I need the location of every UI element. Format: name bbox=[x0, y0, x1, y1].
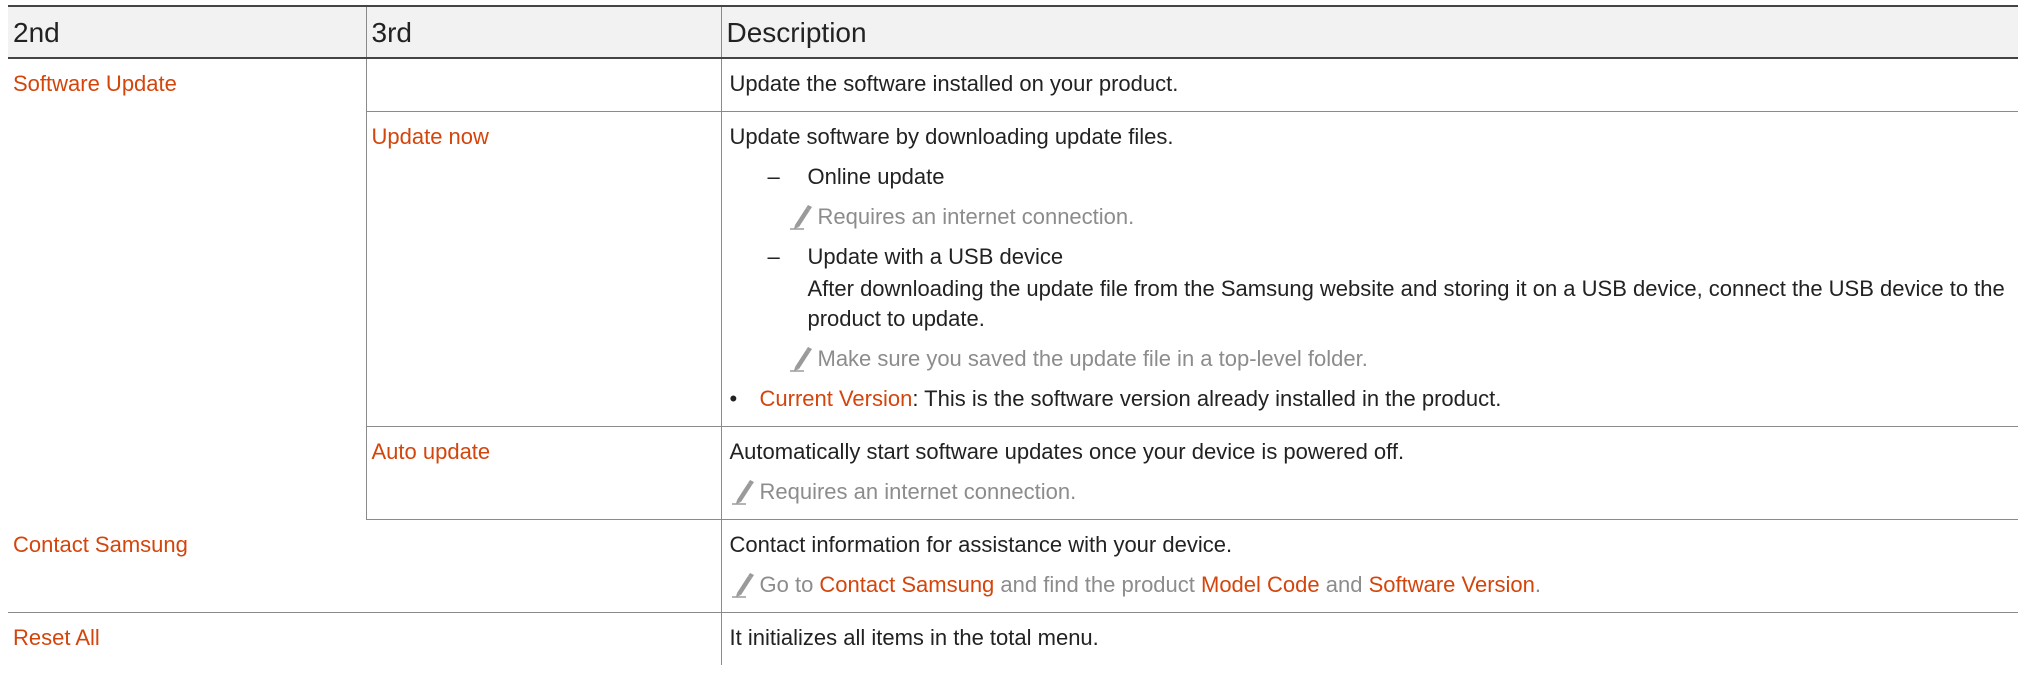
menu-item-update-now[interactable]: Update now bbox=[367, 112, 721, 152]
usb-update-title: Update with a USB device bbox=[807, 244, 1064, 269]
model-code-link[interactable]: Model Code bbox=[1201, 572, 1320, 597]
table-row: Contact Samsung Contact information for … bbox=[8, 519, 2018, 613]
update-now-cell: Update now bbox=[365, 111, 721, 427]
table-header-row: 2nd 3rd Description bbox=[8, 6, 2018, 58]
online-update-note-text: Requires an internet connection. bbox=[817, 204, 1135, 229]
reset-all-cell: Reset All bbox=[8, 613, 721, 666]
pencil-icon bbox=[789, 347, 812, 372]
update-now-description: Update software by downloading update fi… bbox=[729, 124, 1174, 149]
menu-table: 2nd 3rd Description Software Update Upda… bbox=[8, 5, 2018, 665]
description-cell: It initializes all items in the total me… bbox=[720, 612, 2018, 665]
description-cell: Contact information for assistance with … bbox=[720, 519, 2018, 613]
auto-update-note-text: Requires an internet connection. bbox=[759, 479, 1077, 504]
usb-update-text: After downloading the update file from t… bbox=[807, 276, 2005, 331]
contact-samsung-link[interactable]: Contact Samsung bbox=[819, 572, 994, 597]
usb-update-note-text: Make sure you saved the update file in a… bbox=[817, 346, 1368, 371]
auto-update-cell: Auto update bbox=[365, 426, 721, 520]
usb-update-note: Make sure you saved the update file in a… bbox=[730, 344, 2011, 374]
note-text: and find the product bbox=[994, 572, 1201, 597]
contact-samsung-note: Go to Contact Samsung and find the produ… bbox=[730, 570, 2011, 600]
current-version-item: • Current Version: This is the software … bbox=[730, 384, 2011, 414]
software-update-description: Update the software installed on your pr… bbox=[729, 71, 1179, 96]
note-text: Go to bbox=[759, 572, 820, 597]
menu-item-contact-samsung[interactable]: Contact Samsung bbox=[8, 520, 721, 560]
menu-item-software-update[interactable]: Software Update bbox=[8, 59, 366, 99]
note-text: and bbox=[1319, 572, 1369, 597]
page: 2nd 3rd Description Software Update Upda… bbox=[0, 0, 2033, 698]
software-version-link[interactable]: Software Version bbox=[1369, 572, 1535, 597]
header-3rd: 3rd bbox=[365, 6, 721, 58]
menu-item-reset-all[interactable]: Reset All bbox=[8, 613, 721, 653]
header-description: Description bbox=[720, 6, 2018, 58]
online-update-title: Online update bbox=[807, 164, 945, 189]
dash-marker: – bbox=[767, 244, 780, 269]
current-version-link[interactable]: Current Version bbox=[760, 386, 913, 411]
pencil-icon bbox=[731, 573, 754, 598]
pencil-icon bbox=[731, 480, 754, 505]
reset-all-description: It initializes all items in the total me… bbox=[729, 625, 1099, 650]
online-update-item: – Online update bbox=[730, 162, 2011, 192]
note-text: . bbox=[1534, 572, 1542, 597]
contact-samsung-cell: Contact Samsung bbox=[8, 519, 721, 613]
pencil-icon bbox=[789, 205, 812, 230]
menu-item-auto-update[interactable]: Auto update bbox=[367, 427, 721, 467]
usb-update-item: – Update with a USB device bbox=[730, 242, 2011, 272]
dash-marker: – bbox=[767, 164, 780, 189]
table-row: Software Update Update the software inst… bbox=[8, 58, 2018, 112]
description-cell: Update the software installed on your pr… bbox=[720, 58, 2018, 112]
description-cell: Automatically start software updates onc… bbox=[720, 426, 2018, 520]
table-row: Reset All It initializes all items in th… bbox=[8, 612, 2018, 666]
software-update-cell: Software Update bbox=[8, 58, 366, 520]
current-version-text: : This is the software version already i… bbox=[912, 386, 1502, 411]
bullet-marker: • bbox=[729, 386, 738, 411]
header-2nd: 2nd bbox=[13, 17, 60, 48]
online-update-note: Requires an internet connection. bbox=[730, 202, 2011, 232]
contact-samsung-description: Contact information for assistance with … bbox=[729, 532, 1233, 557]
auto-update-description: Automatically start software updates onc… bbox=[729, 439, 1405, 464]
auto-update-note: Requires an internet connection. bbox=[730, 477, 2011, 507]
description-cell: Update software by downloading update fi… bbox=[720, 111, 2018, 427]
empty-3rd-cell bbox=[365, 58, 721, 112]
